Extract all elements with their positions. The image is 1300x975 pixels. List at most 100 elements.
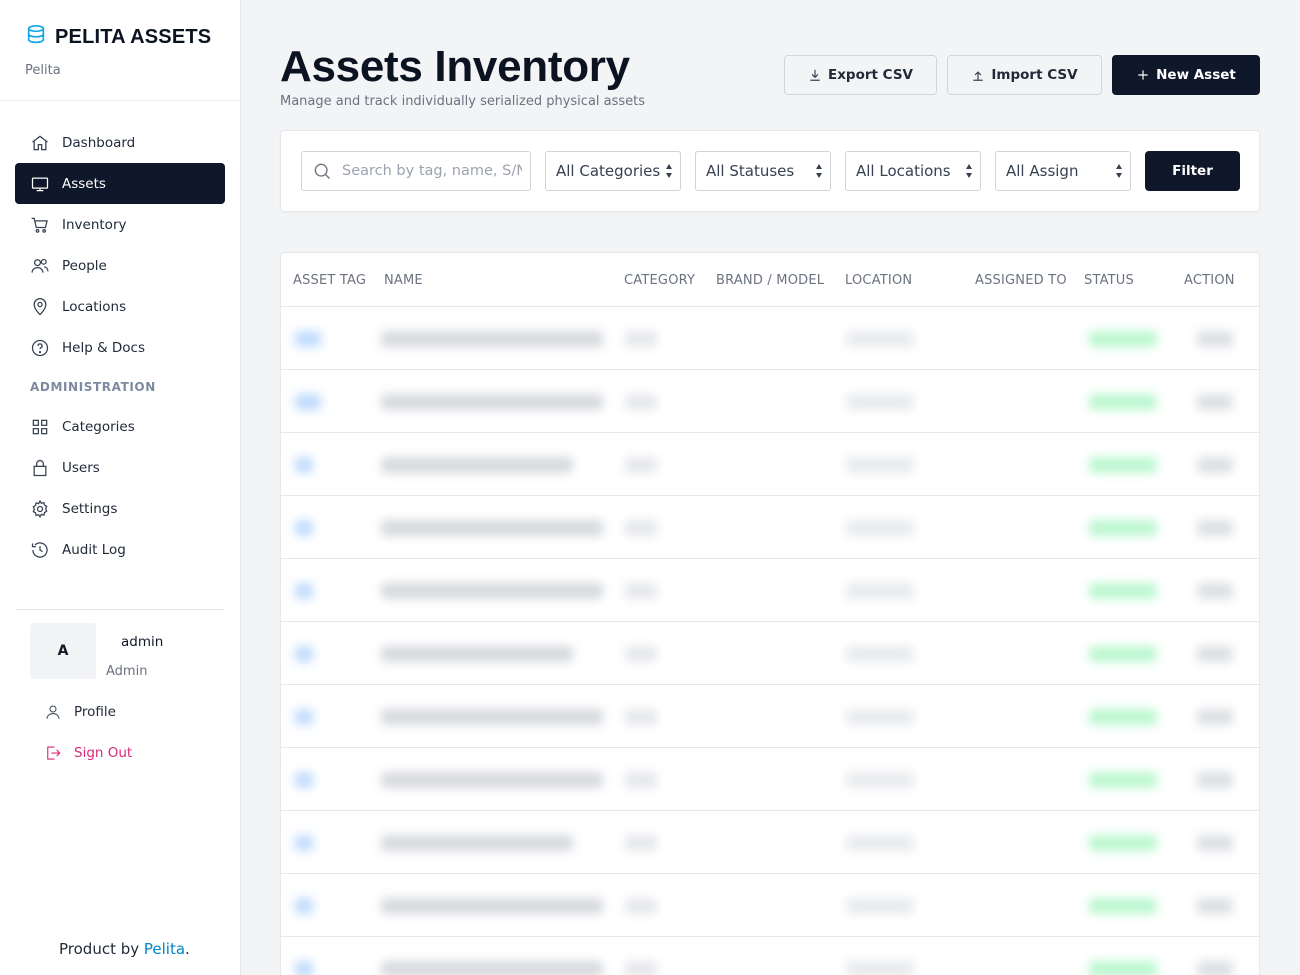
sidebar: PELITA ASSETS Pelita Dashboard Assets In… bbox=[0, 0, 241, 975]
table-row[interactable] bbox=[281, 622, 1259, 685]
sidebar-item-settings[interactable]: Settings bbox=[15, 488, 225, 529]
column-brand-model[interactable]: BRAND / MODEL bbox=[716, 273, 824, 288]
help-icon bbox=[31, 339, 49, 356]
status-badge-blur bbox=[1089, 394, 1157, 410]
sidebar-item-inventory[interactable]: Inventory bbox=[15, 204, 225, 245]
table-row[interactable] bbox=[281, 811, 1259, 874]
column-asset-tag[interactable]: ASSET TAG bbox=[293, 273, 366, 288]
user-role: Admin bbox=[106, 664, 148, 679]
action-button-blur bbox=[1197, 520, 1233, 536]
table-row[interactable] bbox=[281, 370, 1259, 433]
action-button-blur bbox=[1197, 331, 1233, 347]
search-input[interactable] bbox=[342, 163, 522, 179]
table-row[interactable] bbox=[281, 307, 1259, 370]
sign-out-link[interactable]: Sign Out bbox=[44, 744, 132, 762]
asset-tag-blur bbox=[295, 961, 313, 975]
status-badge-blur bbox=[1089, 331, 1157, 347]
sidebar-item-people[interactable]: People bbox=[15, 245, 225, 286]
assign-select[interactable]: All Assign bbox=[995, 151, 1131, 191]
status-badge-blur bbox=[1089, 583, 1157, 599]
assign-select-value: All Assign bbox=[1006, 162, 1079, 180]
name-blur bbox=[381, 520, 603, 536]
category-blur bbox=[625, 835, 657, 851]
users-icon bbox=[31, 258, 49, 273]
table-row[interactable] bbox=[281, 433, 1259, 496]
action-button-blur bbox=[1197, 835, 1233, 851]
name-blur bbox=[381, 772, 603, 788]
search-box[interactable] bbox=[301, 151, 531, 191]
status-select[interactable]: All Statuses bbox=[695, 151, 831, 191]
sidebar-item-locations[interactable]: Locations bbox=[15, 286, 225, 327]
table-row[interactable] bbox=[281, 748, 1259, 811]
column-name[interactable]: NAME bbox=[384, 273, 423, 288]
location-blur bbox=[846, 457, 914, 473]
column-assigned-to[interactable]: ASSIGNED TO bbox=[975, 273, 1067, 288]
sidebar-item-dashboard[interactable]: Dashboard bbox=[15, 122, 225, 163]
main-nav: Dashboard Assets Inventory People Locati… bbox=[15, 122, 225, 570]
table-row[interactable] bbox=[281, 685, 1259, 748]
name-blur bbox=[381, 835, 573, 851]
action-button-blur bbox=[1197, 898, 1233, 914]
category-blur bbox=[625, 520, 657, 536]
column-action[interactable]: ACTION bbox=[1184, 273, 1235, 288]
cart-icon bbox=[31, 217, 48, 233]
profile-link[interactable]: Profile bbox=[44, 703, 116, 721]
export-csv-label: Export CSV bbox=[827, 67, 913, 83]
sign-out-label: Sign Out bbox=[74, 745, 133, 761]
location-blur bbox=[846, 709, 914, 725]
action-button-blur bbox=[1197, 772, 1233, 788]
divider bbox=[0, 100, 240, 101]
action-button-blur bbox=[1197, 394, 1233, 410]
category-blur bbox=[625, 772, 657, 788]
name-blur bbox=[381, 709, 603, 725]
name-blur bbox=[381, 646, 573, 662]
location-select[interactable]: All Locations bbox=[845, 151, 981, 191]
sidebar-item-label: Users bbox=[62, 459, 100, 476]
table-row[interactable] bbox=[281, 496, 1259, 559]
brand[interactable]: PELITA ASSETS bbox=[25, 24, 211, 50]
sidebar-item-audit-log[interactable]: Audit Log bbox=[15, 529, 225, 570]
action-button-blur bbox=[1197, 961, 1233, 975]
status-badge-blur bbox=[1089, 646, 1157, 662]
location-select-value: All Locations bbox=[856, 162, 951, 180]
new-asset-button[interactable]: New Asset bbox=[1112, 55, 1260, 95]
action-button-blur bbox=[1197, 583, 1233, 599]
category-blur bbox=[625, 394, 657, 410]
asset-tag-blur bbox=[295, 709, 313, 725]
brand-name: PELITA ASSETS bbox=[55, 25, 212, 48]
category-select[interactable]: All Categories bbox=[545, 151, 681, 191]
monitor-icon bbox=[31, 177, 49, 191]
action-button-blur bbox=[1197, 646, 1233, 662]
table-row[interactable] bbox=[281, 874, 1259, 937]
sidebar-item-help[interactable]: Help & Docs bbox=[15, 327, 225, 368]
new-asset-label: New Asset bbox=[1156, 67, 1236, 83]
upload-icon bbox=[973, 71, 984, 81]
import-csv-button[interactable]: Import CSV bbox=[947, 55, 1102, 95]
status-badge-blur bbox=[1089, 772, 1157, 788]
profile-label: Profile bbox=[74, 704, 116, 720]
sidebar-item-label: Locations bbox=[62, 298, 127, 315]
column-status[interactable]: STATUS bbox=[1084, 273, 1134, 288]
column-category[interactable]: CATEGORY bbox=[624, 273, 695, 288]
footer-link[interactable]: Pelita bbox=[144, 940, 185, 958]
sidebar-item-categories[interactable]: Categories bbox=[15, 406, 225, 447]
status-select-value: All Statuses bbox=[706, 162, 795, 180]
location-blur bbox=[846, 520, 914, 536]
sidebar-item-assets[interactable]: Assets bbox=[15, 163, 225, 204]
action-button-blur bbox=[1197, 709, 1233, 725]
filter-button[interactable]: Filter bbox=[1145, 151, 1240, 191]
page-subtitle: Manage and track individually serialized… bbox=[280, 94, 646, 109]
sort-arrows-icon bbox=[966, 164, 972, 178]
status-badge-blur bbox=[1089, 520, 1157, 536]
sidebar-item-users[interactable]: Users bbox=[15, 447, 225, 488]
table-row[interactable] bbox=[281, 937, 1259, 975]
category-blur bbox=[625, 898, 657, 914]
footer-suffix: . bbox=[185, 940, 190, 958]
footer-prefix: Product by bbox=[59, 940, 144, 958]
asset-tag-blur bbox=[295, 331, 321, 347]
location-blur bbox=[846, 331, 914, 347]
table-row[interactable] bbox=[281, 559, 1259, 622]
search-icon bbox=[314, 163, 330, 179]
export-csv-button[interactable]: Export CSV bbox=[784, 55, 937, 95]
column-location[interactable]: LOCATION bbox=[845, 273, 912, 288]
